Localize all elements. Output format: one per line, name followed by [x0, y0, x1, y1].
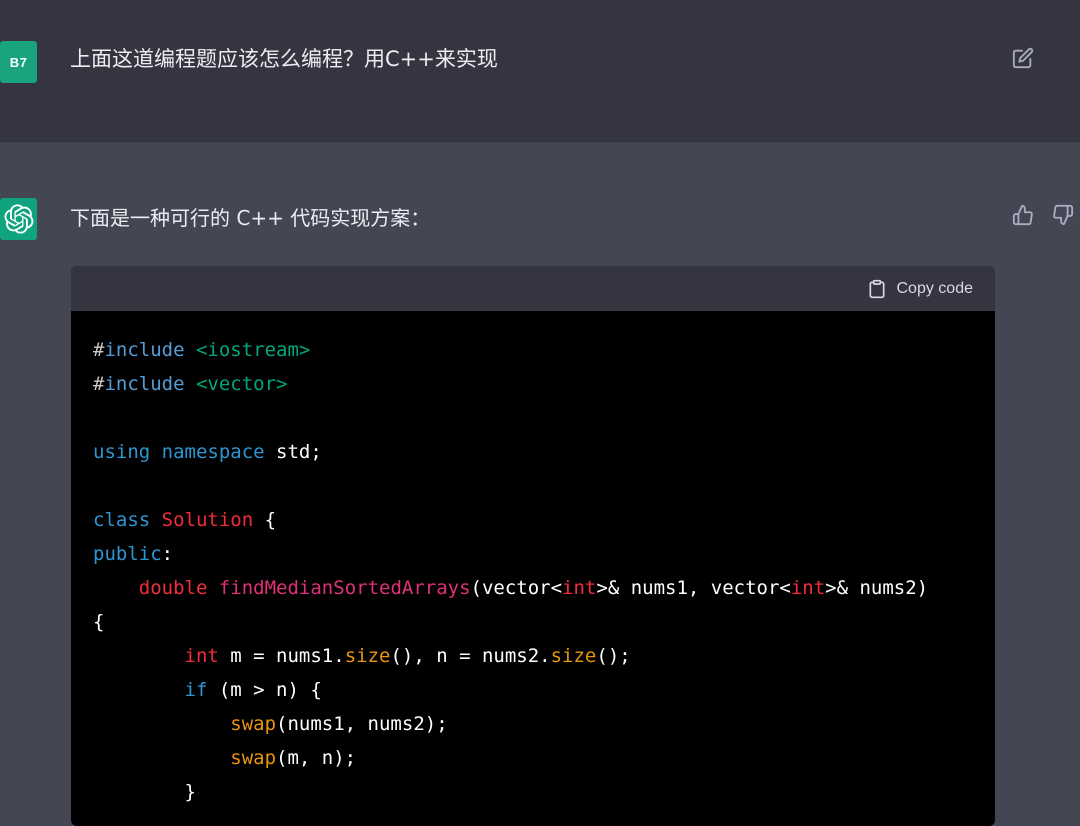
code-token: (m, n);: [276, 747, 357, 769]
code-token: (), n = nums2.: [390, 645, 551, 667]
code-block: Copy code #include <iostream> #include <v…: [71, 266, 995, 826]
code-content[interactable]: #include <iostream> #include <vector> usi…: [71, 311, 995, 809]
thumbs-up-button[interactable]: [1010, 202, 1036, 228]
code-token: size: [550, 645, 597, 667]
code-token: size: [344, 645, 391, 667]
code-token: <iostream>: [195, 339, 311, 361]
code-line: }: [93, 775, 995, 809]
clipboard-icon: [869, 279, 884, 299]
code-token: include: [104, 339, 185, 361]
edit-message-button[interactable]: [1010, 45, 1036, 71]
code-token: Solution: [161, 509, 254, 531]
code-token: class: [93, 509, 151, 531]
code-line: #include <vector>: [93, 367, 995, 401]
assistant-message-row: 下面是一种可行的 C++ 代码实现方案： Copy code #include …: [0, 142, 1080, 826]
thumbs-up-icon: [1012, 204, 1033, 226]
code-block-header: Copy code: [71, 266, 995, 311]
code-token: int: [790, 577, 826, 599]
openai-logo-icon: [3, 204, 33, 234]
user-avatar-initials: B7: [9, 54, 28, 70]
code-line: {: [93, 605, 995, 639]
code-token: swap: [230, 747, 277, 769]
user-message-row: B7 上面这道编程题应该怎么编程？用C++来实现: [0, 0, 1080, 142]
code-line: public:: [93, 537, 995, 571]
code-token: int: [562, 577, 597, 599]
copy-code-label: Copy code: [896, 280, 974, 297]
code-token: {: [93, 611, 105, 633]
code-line: swap(nums1, nums2);: [93, 707, 995, 741]
code-line: using namespace std;: [93, 435, 995, 469]
code-token: }: [93, 781, 196, 803]
code-line: int m = nums1.size(), n = nums2.size();: [93, 639, 995, 673]
code-token: (vector<: [470, 577, 563, 599]
code-token: :: [161, 543, 174, 565]
code-token: double: [138, 577, 208, 599]
code-token: {: [253, 509, 277, 531]
code-token: #: [93, 339, 105, 361]
code-line: swap(m, n);: [93, 741, 995, 775]
code-token: std;: [264, 441, 322, 463]
edit-icon: [1012, 47, 1034, 69]
user-message-text: 上面这道编程题应该怎么编程？用C++来实现: [70, 47, 498, 71]
code-token: namespace: [161, 441, 265, 463]
copy-code-button[interactable]: Copy code: [867, 276, 974, 302]
code-token: int: [184, 645, 219, 667]
code-token: <vector>: [195, 373, 288, 395]
code-token: m = nums1.: [218, 645, 345, 667]
code-token: ();: [596, 645, 631, 667]
assistant-intro-text: 下面是一种可行的 C++ 代码实现方案：: [70, 206, 431, 230]
code-token: #: [93, 373, 105, 395]
code-token: >& nums1, vector<: [596, 577, 791, 599]
code-token: swap: [230, 713, 277, 735]
thumbs-down-button[interactable]: [1050, 202, 1076, 228]
code-token: using: [93, 441, 151, 463]
code-token: public: [93, 543, 162, 565]
code-token: if: [184, 679, 208, 701]
code-line: class Solution {: [93, 503, 995, 537]
code-token: findMedianSortedArrays: [218, 577, 471, 599]
thumbs-down-icon: [1053, 204, 1074, 226]
code-token: (nums1, nums2);: [276, 713, 448, 735]
code-line: if (m > n) {: [93, 673, 995, 707]
code-token: include: [104, 373, 185, 395]
code-line: double findMedianSortedArrays(vector<int…: [93, 571, 995, 605]
code-line: #include <iostream>: [93, 333, 995, 367]
user-avatar: B7: [0, 41, 37, 83]
code-token: >& nums2): [825, 577, 929, 599]
code-token: (m > n) {: [207, 679, 322, 701]
assistant-avatar: [0, 198, 37, 240]
